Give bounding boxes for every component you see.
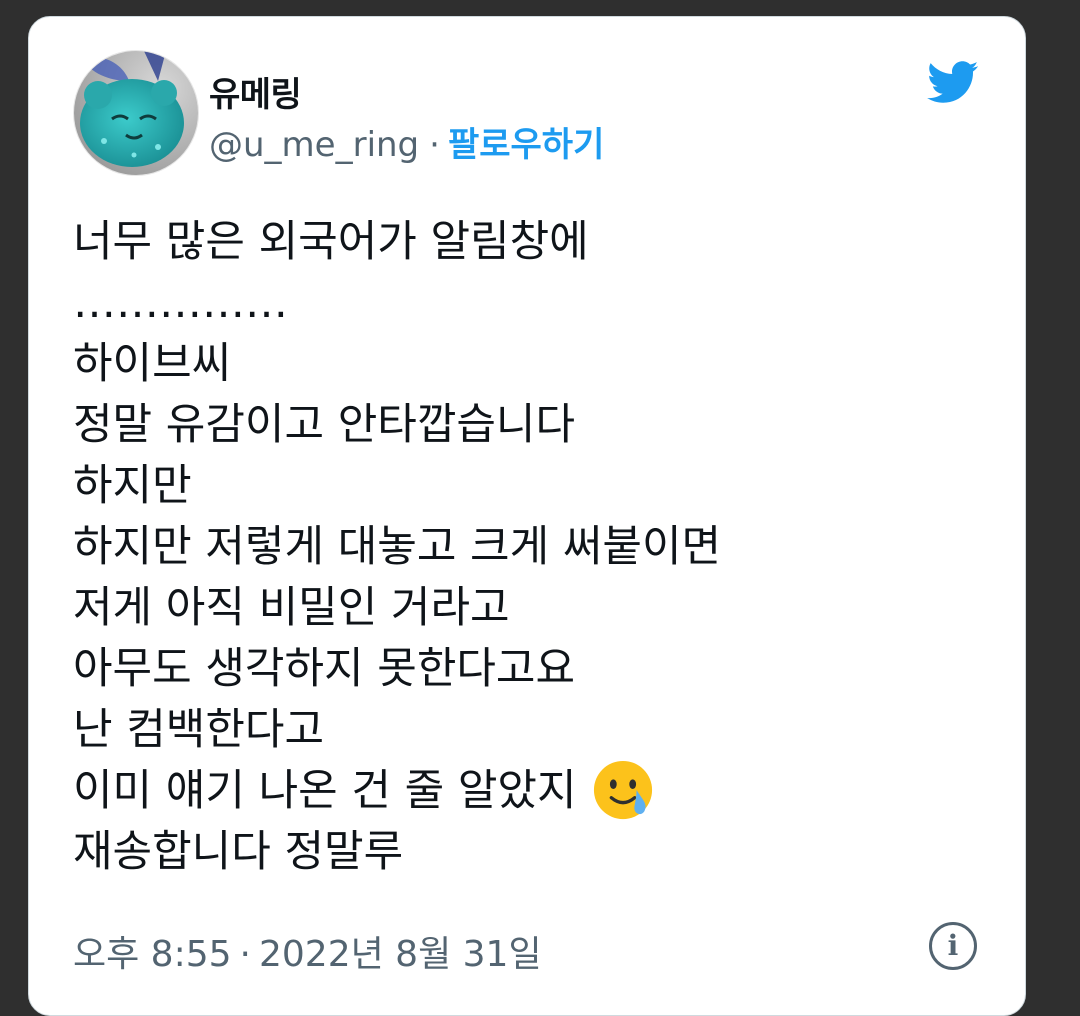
tweet-text: 너무 많은 외국어가 알림창에 …………… 하이브씨 정말 유감이고 안타깝습니… bbox=[73, 212, 993, 883]
tweet-line: …………… bbox=[73, 278, 288, 328]
tweet-timestamp[interactable]: 오후 8:55 · 2022년 8월 31일 bbox=[73, 925, 542, 977]
tweet-card: 유메링 @u_me_ring · 팔로우하기 너무 많은 외국어가 알림창에 ………… bbox=[28, 16, 1026, 1016]
tweet-line: 하지만 bbox=[73, 461, 192, 511]
follow-button[interactable]: 팔로우하기 bbox=[448, 125, 604, 165]
handle-row: @u_me_ring · 팔로우하기 bbox=[209, 117, 604, 166]
tweet-line: 재송합니다 정말루 bbox=[73, 827, 404, 877]
tweet-time: 오후 8:55 bbox=[73, 934, 232, 975]
separator: · bbox=[239, 934, 251, 975]
separator: · bbox=[429, 125, 440, 165]
tweet-line: 하지만 저렇게 대놓고 크게 써붙이면 bbox=[73, 522, 722, 572]
tweet-date: 2022년 8월 31일 bbox=[258, 934, 542, 975]
tweet-line: 난 컴백한다고 bbox=[73, 705, 325, 755]
display-name[interactable]: 유메링 bbox=[209, 67, 302, 116]
user-handle[interactable]: @u_me_ring bbox=[209, 125, 419, 165]
twitter-bird-icon[interactable] bbox=[921, 55, 983, 109]
avatar[interactable] bbox=[73, 50, 199, 176]
tweet-line: 하이브씨 bbox=[73, 339, 232, 389]
avatar-teal-bear-icon bbox=[74, 51, 198, 175]
tweet-line-with-emoji: 이미 얘기 나온 건 줄 알았지 bbox=[73, 760, 993, 822]
tweet-line: 너무 많은 외국어가 알림창에 bbox=[73, 217, 589, 267]
tweet-line: 저게 아직 비밀인 거라고 bbox=[73, 583, 510, 633]
tweet-line: 아무도 생각하지 못한다고요 bbox=[73, 644, 576, 694]
smiling-face-with-tear-icon bbox=[594, 760, 653, 819]
tweet-line: 정말 유감이고 안타깝습니다 bbox=[73, 400, 576, 450]
tweet-line: 이미 얘기 나온 건 줄 알았지 bbox=[73, 766, 577, 816]
info-icon[interactable]: i bbox=[929, 922, 977, 970]
